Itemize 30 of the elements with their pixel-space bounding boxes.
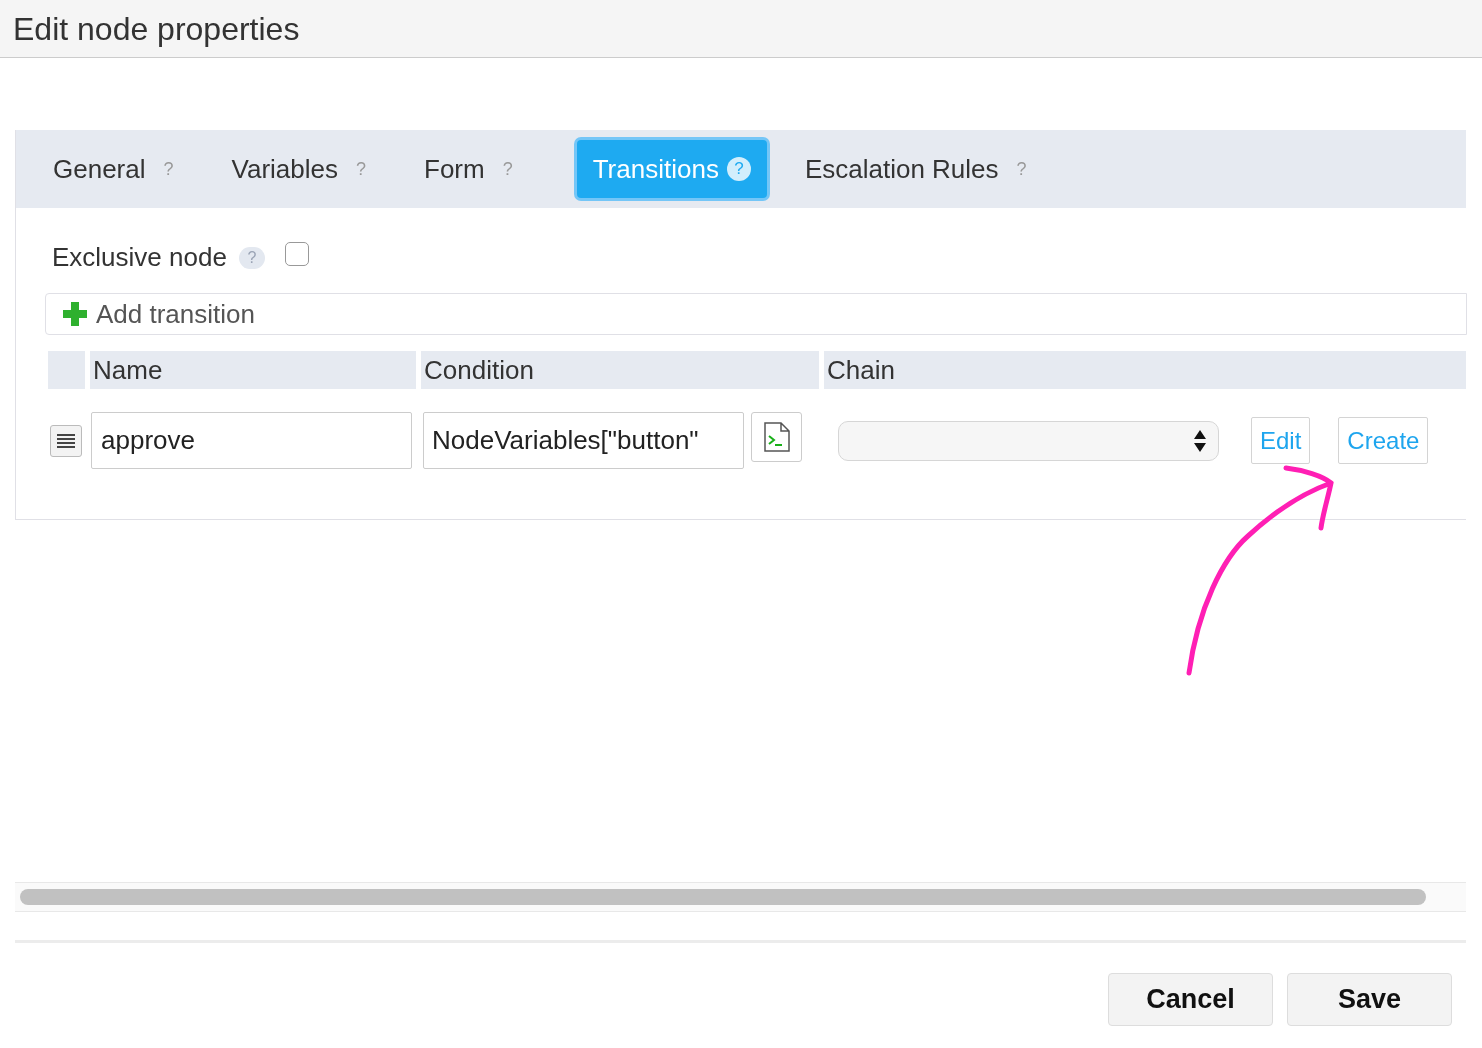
help-icon: ? [238,246,265,269]
help-icon: ? [356,155,366,183]
terminal-file-icon [763,421,790,452]
field-label: Exclusive node [52,241,227,274]
column-header: Chain [824,351,1466,389]
help-icon: ? [163,155,174,183]
scrollbar-thumb[interactable] [20,889,1426,905]
plus-icon [62,301,88,327]
add-transition-button[interactable]: Add transition [45,293,1467,335]
help-icon: ? [726,157,751,181]
tab[interactable]: Escalation Rules ? [790,140,1041,198]
dialog-button[interactable]: Cancel [1108,973,1273,1026]
tab[interactable]: Variables ? [217,140,380,198]
menu-icon [56,433,76,448]
tab[interactable]: Form ? [410,140,527,198]
chain-select[interactable] [838,420,1219,461]
help-icon: ? [1016,155,1027,183]
condition-field[interactable]: NodeVariables["button" [423,412,744,469]
column-header: Name [90,351,416,389]
window-title: Edit node properties [13,9,300,49]
checkbox[interactable] [284,241,309,266]
help-icon: ? [502,155,513,183]
table-header-cell [48,351,85,389]
sort-arrows-icon [1194,428,1206,453]
script-button[interactable] [751,411,802,462]
column-header: Condition [421,351,819,389]
dialog-button[interactable]: Save [1287,973,1452,1026]
drag-handle[interactable] [50,424,82,457]
name-field[interactable]: approve [91,412,412,469]
tab[interactable]: General ? [39,140,188,198]
